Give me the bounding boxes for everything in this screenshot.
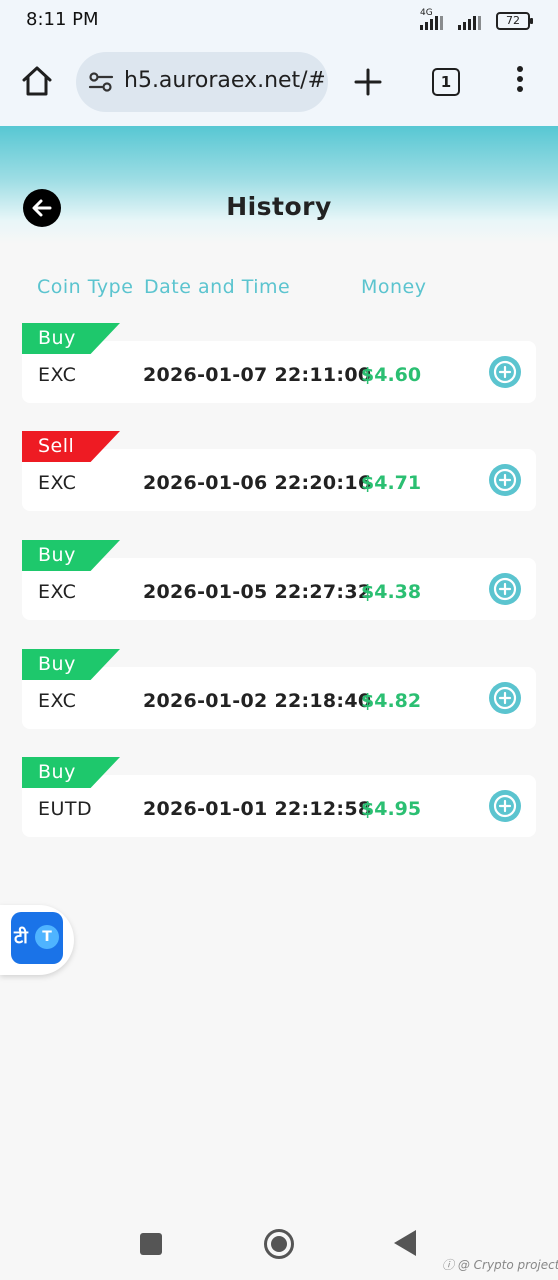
- translate-glyph-target: T: [35, 925, 59, 949]
- tab-switcher-button[interactable]: 1: [432, 68, 460, 96]
- column-header-date-time: Date and Time: [144, 276, 291, 298]
- record-datetime: 2026-01-01 22:12:58: [143, 798, 372, 820]
- plus-circle-icon: [493, 468, 517, 492]
- signal-icon-secondary: [458, 12, 488, 30]
- watermark: ⓘ @ Crypto project: [442, 1258, 558, 1272]
- record-coin: EXC: [38, 690, 77, 712]
- record-money: $4.38: [361, 581, 422, 603]
- url-text[interactable]: h5.auroraex.net/#: [124, 68, 324, 93]
- history-record: Buy EXC 2026-01-02 22:18:40 $4.82: [22, 649, 536, 729]
- status-time: 8:11 PM: [26, 9, 99, 30]
- record-coin: EUTD: [38, 798, 93, 820]
- translate-icon[interactable]: टी T: [11, 912, 63, 964]
- history-record: Sell EXC 2026-01-06 22:20:16 $4.71: [22, 431, 536, 511]
- record-datetime: 2026-01-07 22:11:00: [143, 364, 372, 386]
- column-headers: Coin Type Date and Time Money: [0, 276, 558, 304]
- address-bar[interactable]: h5.auroraex.net/#: [76, 52, 328, 112]
- expand-button[interactable]: [489, 573, 521, 605]
- expand-button[interactable]: [489, 464, 521, 496]
- page-header: History: [0, 126, 558, 244]
- expand-button[interactable]: [489, 682, 521, 714]
- home-icon[interactable]: [20, 64, 54, 98]
- history-record: Buy EUTD 2026-01-01 22:12:58 $4.95: [22, 757, 536, 837]
- browser-toolbar: h5.auroraex.net/# 1: [0, 42, 558, 126]
- more-vertical-icon[interactable]: [510, 66, 530, 98]
- record-datetime: 2026-01-06 22:20:16: [143, 472, 372, 494]
- expand-button[interactable]: [489, 356, 521, 388]
- site-settings-icon[interactable]: [88, 71, 114, 93]
- plus-circle-icon: [493, 794, 517, 818]
- home-button[interactable]: [264, 1229, 294, 1259]
- plus-circle-icon: [493, 686, 517, 710]
- record-coin: EXC: [38, 472, 77, 494]
- translate-glyph-source: टी: [14, 927, 28, 948]
- column-header-money: Money: [361, 276, 427, 298]
- record-money: $4.71: [361, 472, 422, 494]
- plus-icon[interactable]: [352, 66, 384, 98]
- history-record: Buy EXC 2026-01-07 22:11:00 $4.60: [22, 323, 536, 403]
- record-coin: EXC: [38, 581, 77, 603]
- translate-widget[interactable]: टी T: [0, 905, 74, 975]
- expand-button[interactable]: [489, 790, 521, 822]
- recents-button[interactable]: [140, 1233, 162, 1255]
- status-bar: 8:11 PM 4G 72: [0, 0, 558, 42]
- plus-circle-icon: [493, 577, 517, 601]
- plus-circle-icon: [493, 360, 517, 384]
- record-money: $4.82: [361, 690, 422, 712]
- column-header-coin-type: Coin Type: [37, 276, 134, 298]
- record-datetime: 2026-01-02 22:18:40: [143, 690, 372, 712]
- status-icons: 4G 72: [420, 8, 533, 32]
- record-coin: EXC: [38, 364, 77, 386]
- history-record: Buy EXC 2026-01-05 22:27:32 $4.38: [22, 540, 536, 620]
- record-datetime: 2026-01-05 22:27:32: [143, 581, 372, 603]
- page-title: History: [226, 192, 332, 221]
- record-money: $4.95: [361, 798, 422, 820]
- record-money: $4.60: [361, 364, 422, 386]
- signal-icon: 4G: [420, 8, 450, 30]
- back-triangle-button[interactable]: [394, 1230, 416, 1256]
- battery-icon: 72: [496, 12, 533, 30]
